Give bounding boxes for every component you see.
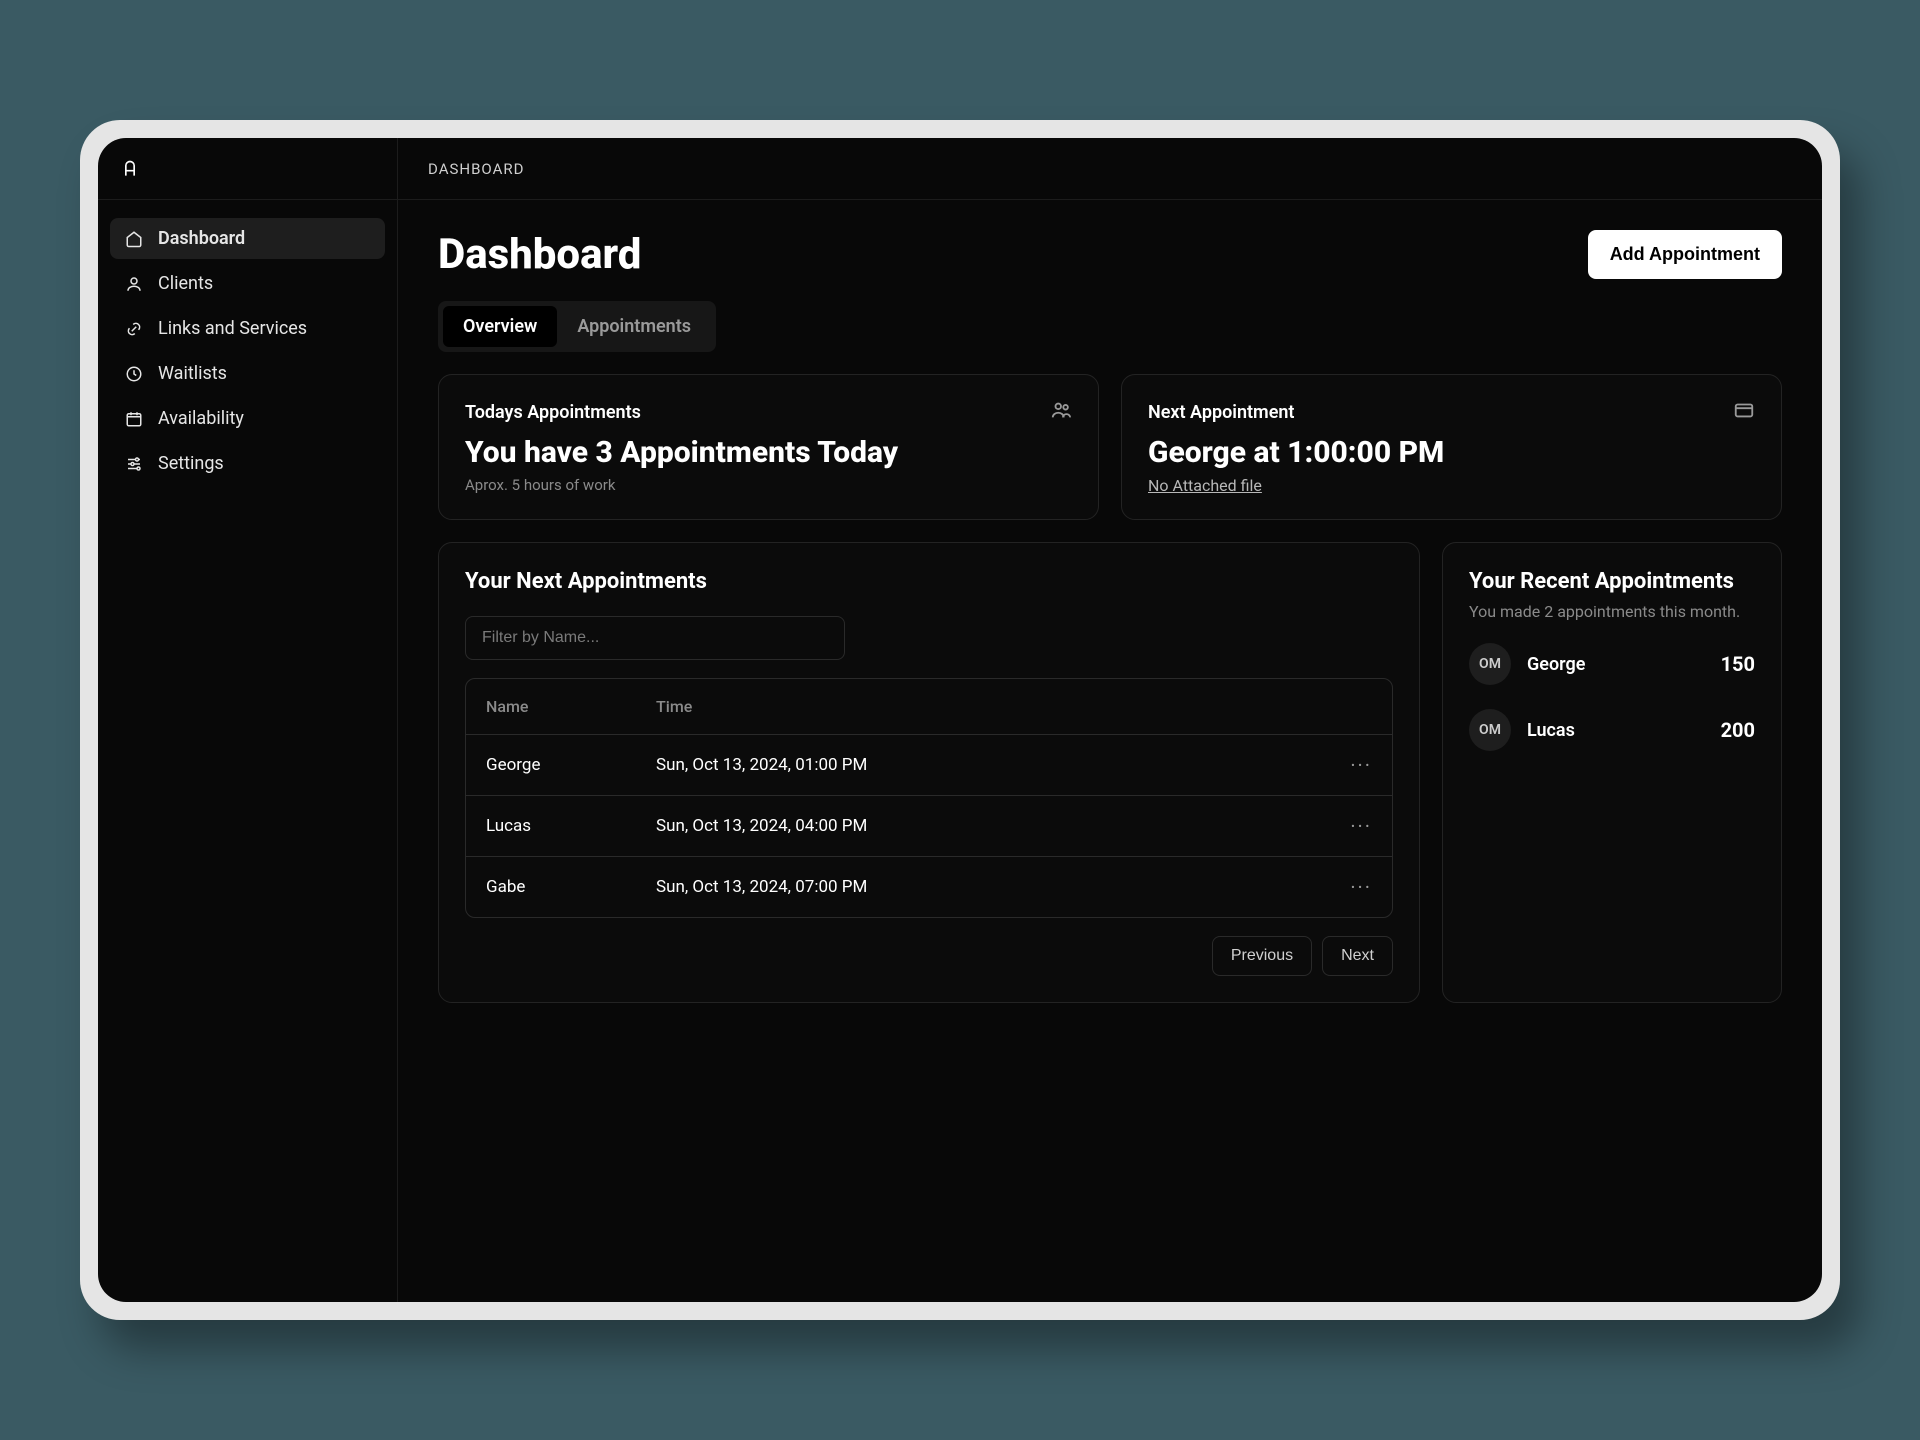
pagination: Previous Next [465, 936, 1393, 976]
sidebar-nav: Dashboard Clients Links and Services Wai… [98, 200, 397, 502]
sidebar-item-label: Settings [158, 453, 224, 474]
user-icon [124, 274, 144, 294]
row-menu-button[interactable]: ··· [1312, 814, 1372, 838]
panel-next-appointments: Your Next Appointments Name Time George … [438, 542, 1420, 1003]
clock-icon [124, 364, 144, 384]
sidebar-item-settings[interactable]: Settings [110, 443, 385, 484]
appointments-table: Name Time George Sun, Oct 13, 2024, 01:0… [465, 678, 1393, 918]
page-title: Dashboard [438, 230, 641, 279]
card-next-appointment: Next Appointment George at 1:00:00 PM No… [1121, 374, 1782, 520]
cell-time: Sun, Oct 13, 2024, 07:00 PM [656, 877, 1312, 897]
row-menu-button[interactable]: ··· [1312, 875, 1372, 899]
tab-overview[interactable]: Overview [443, 306, 557, 347]
avatar: OM [1469, 709, 1511, 751]
sidebar-item-label: Clients [158, 273, 213, 294]
card-headline: You have 3 Appointments Today [465, 435, 1072, 470]
cell-name: Lucas [486, 816, 656, 836]
calendar-icon [124, 409, 144, 429]
recent-item: OM Lucas 200 [1469, 709, 1755, 751]
sidebar-item-clients[interactable]: Clients [110, 263, 385, 304]
cell-time: Sun, Oct 13, 2024, 04:00 PM [656, 816, 1312, 836]
card-icon [1733, 399, 1755, 425]
recent-value: 200 [1721, 718, 1755, 742]
sidebar-item-dashboard[interactable]: Dashboard [110, 218, 385, 259]
card-todays-appointments: Todays Appointments You have 3 Appointme… [438, 374, 1099, 520]
card-label: Next Appointment [1148, 402, 1294, 423]
next-button[interactable]: Next [1322, 936, 1393, 976]
sidebar-item-waitlists[interactable]: Waitlists [110, 353, 385, 394]
panel-title: Your Next Appointments [465, 569, 1393, 594]
attached-file-link[interactable]: No Attached file [1148, 476, 1262, 495]
breadcrumb: DASHBOARD [428, 160, 524, 178]
sidebar-item-availability[interactable]: Availability [110, 398, 385, 439]
content: Dashboard Add Appointment Overview Appoi… [398, 200, 1822, 1302]
table-row: Gabe Sun, Oct 13, 2024, 07:00 PM ··· [466, 857, 1392, 917]
table-header: Name Time [466, 679, 1392, 735]
table-row: Lucas Sun, Oct 13, 2024, 04:00 PM ··· [466, 796, 1392, 857]
sidebar-item-label: Availability [158, 408, 244, 429]
recent-item: OM George 150 [1469, 643, 1755, 685]
sidebar-item-links-services[interactable]: Links and Services [110, 308, 385, 349]
panel-recent-appointments: Your Recent Appointments You made 2 appo… [1442, 542, 1782, 1003]
device-frame: Dashboard Clients Links and Services Wai… [80, 120, 1840, 1320]
panel-title: Your Recent Appointments [1469, 569, 1755, 594]
col-name: Name [486, 697, 656, 716]
cell-name: George [486, 755, 656, 775]
card-headline: George at 1:00:00 PM [1148, 435, 1755, 470]
sidebar-item-label: Waitlists [158, 363, 227, 384]
sidebar: Dashboard Clients Links and Services Wai… [98, 138, 398, 1302]
card-label: Todays Appointments [465, 402, 641, 423]
sliders-icon [124, 454, 144, 474]
card-subtext: Aprox. 5 hours of work [465, 476, 1072, 494]
sidebar-item-label: Dashboard [158, 228, 245, 249]
breadcrumb-bar: DASHBOARD [398, 138, 1822, 200]
lower-panels: Your Next Appointments Name Time George … [438, 542, 1782, 1003]
page-header: Dashboard Add Appointment [438, 230, 1782, 279]
row-menu-button[interactable]: ··· [1312, 753, 1372, 777]
users-icon [1050, 399, 1072, 425]
link-icon [124, 319, 144, 339]
summary-cards: Todays Appointments You have 3 Appointme… [438, 374, 1782, 520]
recent-value: 150 [1721, 652, 1755, 676]
table-row: George Sun, Oct 13, 2024, 01:00 PM ··· [466, 735, 1392, 796]
col-time: Time [656, 697, 1312, 716]
prev-button[interactable]: Previous [1212, 936, 1312, 976]
recent-name: George [1527, 654, 1705, 675]
tab-appointments[interactable]: Appointments [557, 306, 711, 347]
add-appointment-button[interactable]: Add Appointment [1588, 230, 1782, 279]
sidebar-item-label: Links and Services [158, 318, 307, 339]
recent-name: Lucas [1527, 720, 1705, 741]
tabs: Overview Appointments [438, 301, 716, 352]
avatar: OM [1469, 643, 1511, 685]
panel-subtext: You made 2 appointments this month. [1469, 602, 1755, 621]
cell-time: Sun, Oct 13, 2024, 01:00 PM [656, 755, 1312, 775]
filter-name-input[interactable] [465, 616, 845, 660]
sidebar-header [98, 138, 397, 200]
app-screen: Dashboard Clients Links and Services Wai… [98, 138, 1822, 1302]
home-icon [124, 229, 144, 249]
logo-icon [120, 159, 140, 179]
cell-name: Gabe [486, 877, 656, 897]
main-area: DASHBOARD Dashboard Add Appointment Over… [398, 138, 1822, 1302]
